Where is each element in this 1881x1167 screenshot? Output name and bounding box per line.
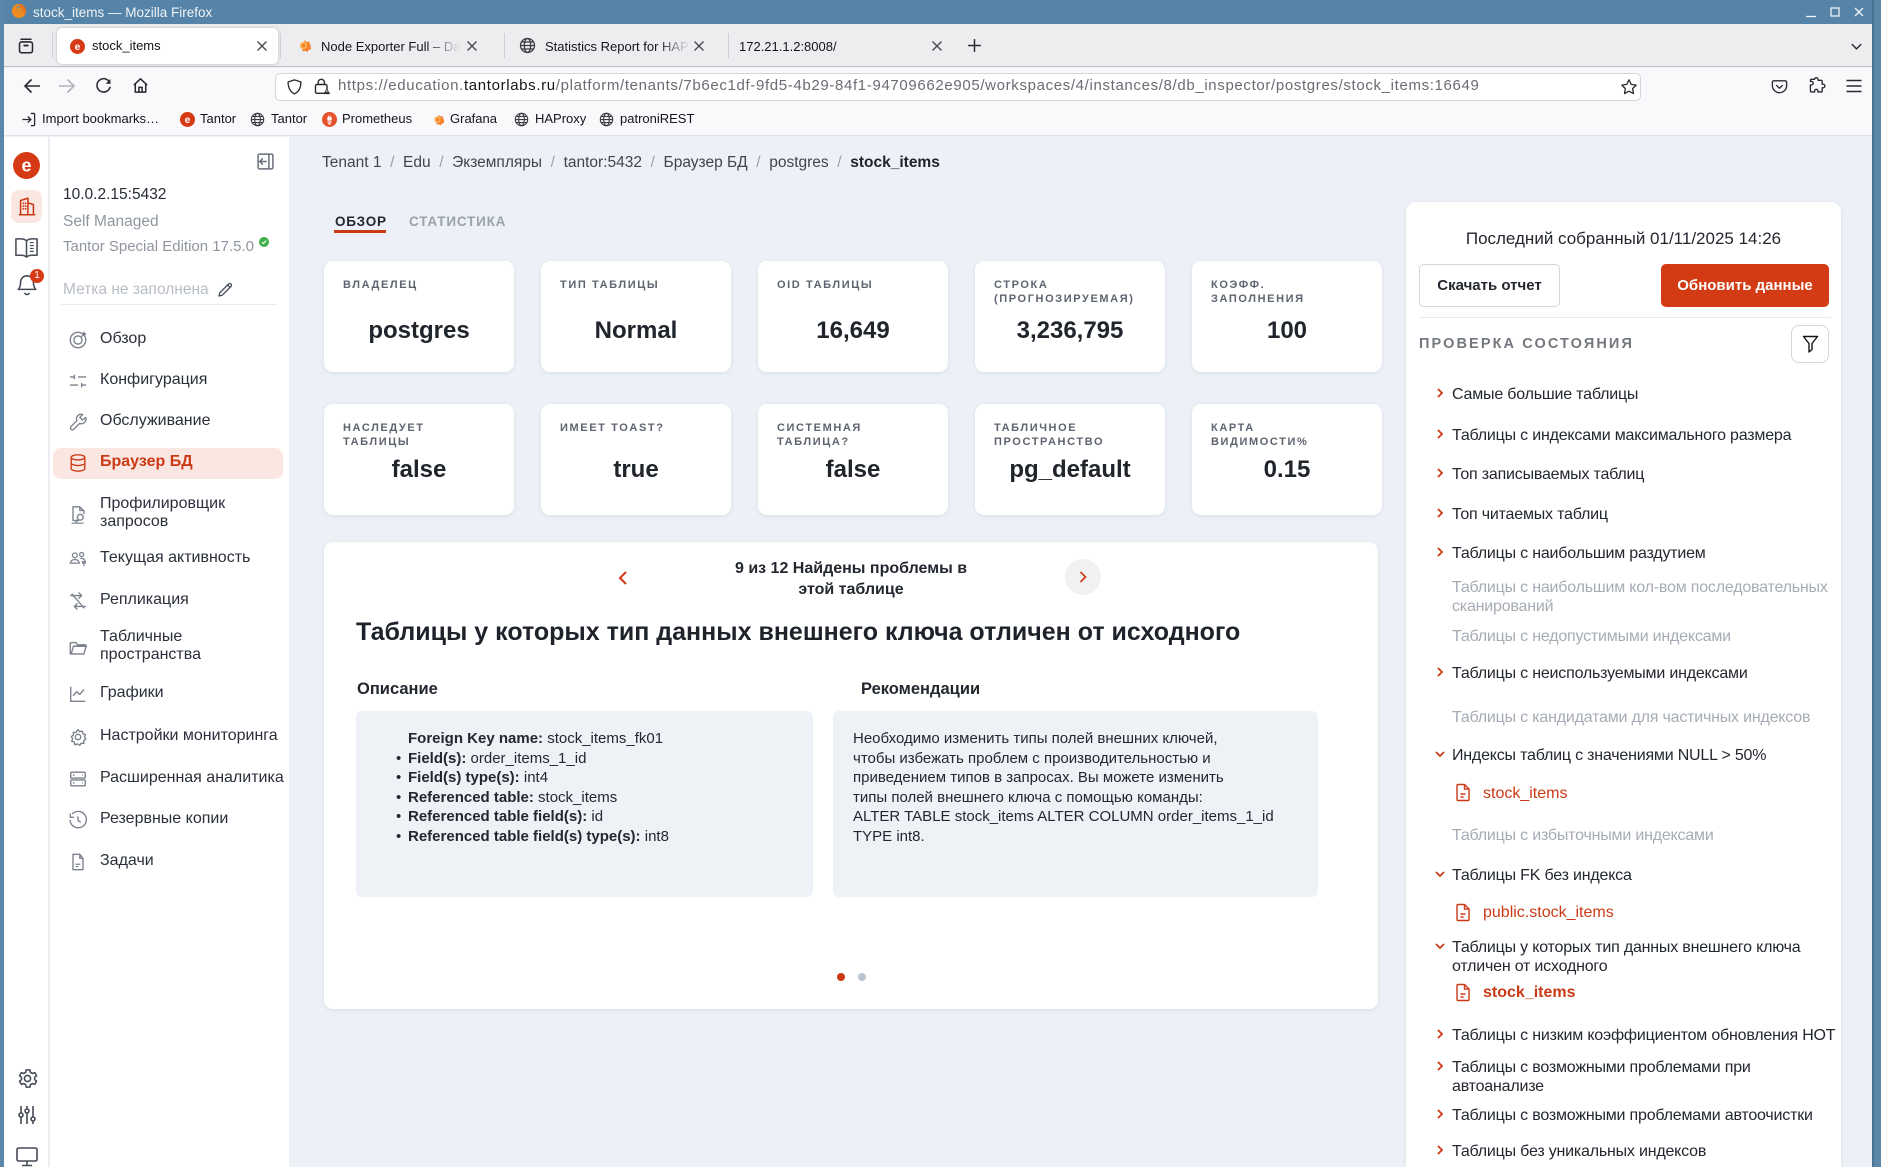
svg-text:e: e	[185, 115, 191, 126]
svg-text:e: e	[75, 41, 81, 52]
svg-text:e: e	[21, 156, 31, 176]
